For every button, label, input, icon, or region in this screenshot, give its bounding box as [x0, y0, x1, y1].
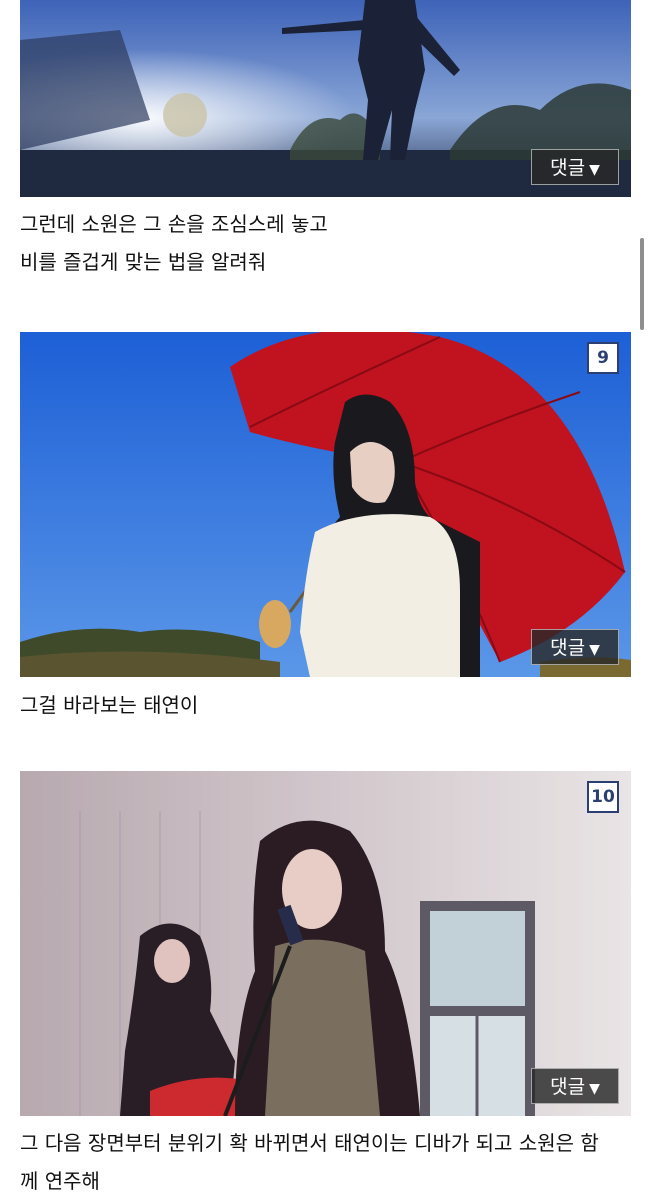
post-caption: 그걸 바라보는 태연이	[20, 686, 631, 724]
comment-button[interactable]: 댓글 ▼	[531, 149, 619, 185]
caption-line: 그 다음 장면부터 분위기 확 바뀌면서 태연이는 디바가 되고 소원은 함	[20, 1131, 599, 1155]
comment-button[interactable]: 댓글 ▼	[531, 1068, 619, 1104]
page-scrollbar[interactable]	[640, 238, 644, 330]
post-caption: 그 다음 장면부터 분위기 확 바뀌면서 태연이는 디바가 되고 소원은 함 께…	[20, 1124, 631, 1200]
post-image-silhouette: 댓글 ▼	[20, 0, 631, 197]
post-caption: 그런데 소원은 그 손을 조심스레 놓고 비를 즐겁게 맞는 법을 알려줘	[20, 205, 631, 281]
caption-line: 께 연주해	[20, 1169, 100, 1193]
post-image-umbrella: 9 댓글 ▼	[20, 332, 631, 677]
caption-line: 그런데 소원은 그 손을 조심스레 놓고	[20, 212, 328, 236]
caption-line: 비를 즐겁게 맞는 법을 알려줘	[20, 250, 267, 274]
comment-button[interactable]: 댓글 ▼	[531, 629, 619, 665]
post-image-performance: 10 댓글 ▼	[20, 771, 631, 1116]
caption-line: 그걸 바라보는 태연이	[20, 693, 199, 717]
image-number-badge: 9	[587, 342, 619, 374]
image-number-badge: 10	[587, 781, 619, 813]
